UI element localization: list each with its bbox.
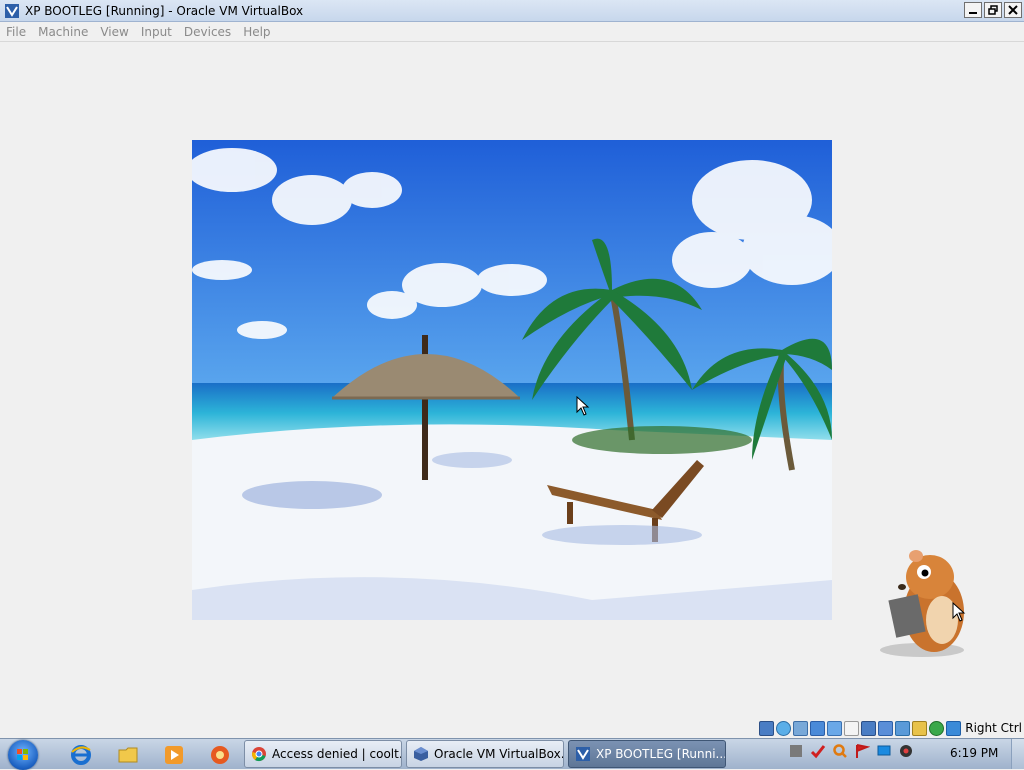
taskbar: Access denied | coolt... Oracle VM Virtu… — [0, 738, 1024, 770]
close-button[interactable] — [1004, 2, 1022, 18]
tray-flag-icon[interactable] — [854, 743, 870, 759]
network-icon[interactable] — [810, 720, 826, 736]
media-player-icon[interactable] — [163, 744, 185, 766]
capture-icon[interactable] — [895, 720, 911, 736]
windows-logo-icon — [17, 749, 28, 760]
tray-search-icon[interactable] — [832, 743, 848, 759]
audio-icon[interactable] — [793, 720, 809, 736]
task-button-virtualbox[interactable]: Oracle VM VirtualBox... — [406, 740, 564, 768]
hamster-mascot — [880, 550, 964, 657]
keyboard-icon[interactable] — [929, 720, 945, 736]
menu-file[interactable]: File — [0, 25, 32, 39]
taskbar-clock[interactable]: 6:19 PM — [950, 746, 998, 760]
task-label: XP BOOTLEG [Runni... — [596, 747, 726, 761]
system-tray — [788, 743, 914, 759]
window-titlebar[interactable]: XP BOOTLEG [Running] - Oracle VM Virtual… — [0, 0, 1024, 22]
explorer-folder-icon[interactable] — [117, 744, 139, 766]
tray-volume-icon[interactable] — [898, 743, 914, 759]
beach-wallpaper — [192, 140, 832, 620]
show-desktop-button[interactable] — [1011, 739, 1024, 769]
chrome-icon — [252, 747, 266, 762]
host-key-label: Right Ctrl — [965, 721, 1022, 735]
minimize-button[interactable] — [964, 2, 982, 18]
virtualbox-icon — [414, 747, 428, 761]
menu-devices[interactable]: Devices — [178, 25, 237, 39]
menu-bar: File Machine View Input Devices Help — [0, 22, 1024, 42]
restore-button[interactable] — [984, 2, 1002, 18]
app-icon[interactable] — [209, 744, 231, 766]
minimize-icon — [969, 12, 977, 14]
task-button-xp-bootleg[interactable]: XP BOOTLEG [Runni... — [568, 740, 726, 768]
mouse-cursor-icon — [576, 396, 590, 416]
usb-icon[interactable] — [827, 720, 843, 736]
task-label: Oracle VM VirtualBox... — [434, 747, 564, 761]
virtualbox-vm-icon — [5, 3, 19, 18]
task-label: Access denied | coolt... — [272, 747, 402, 761]
restore-icon — [988, 5, 998, 15]
menu-machine[interactable]: Machine — [32, 25, 94, 39]
task-button-chrome[interactable]: Access denied | coolt... — [244, 740, 402, 768]
start-button[interactable] — [8, 740, 38, 770]
mouse-pointer-icon — [952, 602, 966, 622]
host-key-arrow-icon[interactable] — [946, 720, 962, 736]
window-title: XP BOOTLEG [Running] - Oracle VM Virtual… — [25, 3, 304, 18]
optical-drive-icon[interactable] — [776, 720, 792, 736]
internet-explorer-icon[interactable] — [70, 744, 92, 766]
shared-folders-icon[interactable] — [844, 720, 860, 736]
tray-check-icon[interactable] — [810, 743, 826, 759]
menu-input[interactable]: Input — [135, 25, 178, 39]
menu-view[interactable]: View — [94, 25, 134, 39]
recording-icon[interactable] — [878, 720, 894, 736]
tray-network-icon[interactable] — [876, 743, 892, 759]
status-icons — [759, 720, 962, 736]
window-controls — [964, 2, 1022, 18]
menu-help[interactable]: Help — [237, 25, 276, 39]
tray-app-icon[interactable] — [788, 743, 804, 759]
display-icon[interactable] — [861, 720, 877, 736]
hard-disk-icon[interactable] — [759, 720, 775, 736]
vm-status-bar: Right Ctrl — [0, 718, 1024, 738]
virtualbox-vm-icon — [576, 747, 590, 761]
close-icon — [1008, 5, 1018, 15]
mouse-integration-icon[interactable] — [912, 720, 928, 736]
